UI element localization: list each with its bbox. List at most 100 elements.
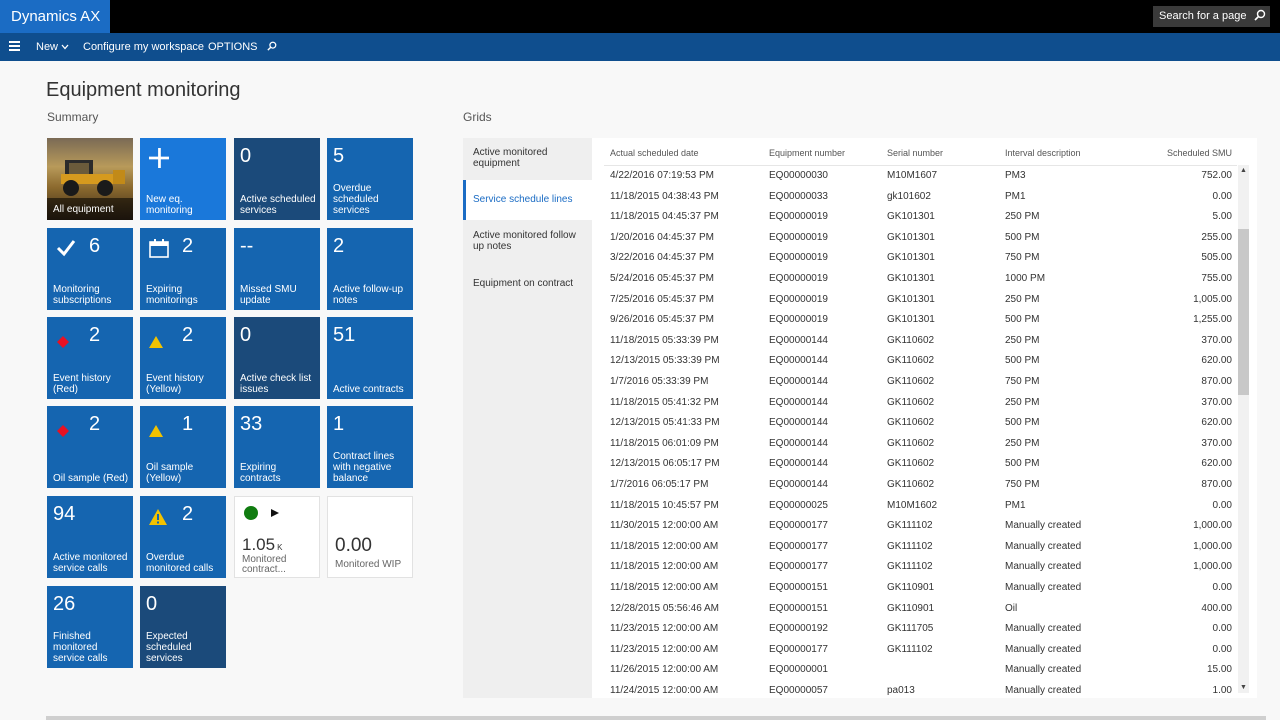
table-row[interactable]: 11/23/2015 12:00:00 AM EQ00000177 GK111102… bbox=[592, 640, 1242, 660]
tile-active-contracts[interactable]: 51 Active contracts bbox=[327, 317, 413, 399]
configure-workspace-button[interactable]: Configure my workspace bbox=[83, 33, 204, 61]
column-header[interactable]: Scheduled SMU bbox=[1132, 148, 1232, 158]
kpi-unit: K bbox=[277, 543, 283, 552]
table-cell: 870.00 bbox=[1201, 376, 1232, 387]
table-row[interactable]: 1/20/2016 04:45:37 PM EQ00000019 GK101301 5… bbox=[592, 228, 1242, 248]
table-row[interactable]: 12/13/2015 05:33:39 PM EQ00000144 GK110602… bbox=[592, 351, 1242, 371]
table-row[interactable]: 1/7/2016 05:33:39 PM EQ00000144 GK110602 75… bbox=[592, 372, 1242, 392]
table-cell: 755.00 bbox=[1201, 273, 1232, 284]
table-row[interactable]: 1/7/2016 06:05:17 PM EQ00000144 GK110602 75… bbox=[592, 475, 1242, 495]
tile-event-history-yellow[interactable]: 2 Event history (Yellow) bbox=[140, 317, 226, 399]
tile-oil-sample-red[interactable]: 2 Oil sample (Red) bbox=[47, 406, 133, 488]
table-cell: EQ00000151 bbox=[769, 582, 828, 593]
page-search-input[interactable]: Search for a page bbox=[1153, 6, 1270, 27]
column-header[interactable]: Interval description bbox=[1005, 148, 1081, 158]
table-row[interactable]: 11/26/2015 12:00:00 AM EQ00000001 Manually… bbox=[592, 660, 1242, 680]
app-brand[interactable]: Dynamics AX bbox=[0, 0, 110, 33]
column-header[interactable]: Serial number bbox=[887, 148, 943, 158]
grid-tab-active-monitored-follow-up-notes[interactable]: Active monitored follow up notes bbox=[463, 230, 592, 252]
tile-count: 2 bbox=[182, 235, 194, 257]
table-cell: GK101301 bbox=[887, 231, 935, 243]
column-header[interactable]: Actual scheduled date bbox=[610, 148, 699, 158]
table-cell: 500 PM bbox=[1005, 355, 1040, 367]
tile-active-scheduled-services[interactable]: 0 Active scheduled services bbox=[234, 138, 320, 220]
tile-overdue-scheduled-services[interactable]: 5 Overdue scheduled services bbox=[327, 138, 413, 220]
tile-all-equipment[interactable]: All equipment bbox=[47, 138, 133, 220]
table-row[interactable]: 11/18/2015 06:01:09 PM EQ00000144 GK110602… bbox=[592, 434, 1242, 454]
tile-expected-scheduled-services[interactable]: 0 Expected scheduled services bbox=[140, 586, 226, 668]
grid-tab-active-monitored-equipment[interactable]: Active monitored equipment bbox=[463, 147, 592, 169]
table-cell: EQ00000057 bbox=[769, 685, 828, 696]
grid-scrollbar-thumb[interactable] bbox=[1238, 229, 1249, 395]
tile-label: Monitoring subscriptions bbox=[53, 284, 112, 306]
tile-expiring-monitorings[interactable]: 2 Expiring monitorings bbox=[140, 228, 226, 310]
table-row[interactable]: 11/18/2015 05:33:39 PM EQ00000144 GK110602… bbox=[592, 331, 1242, 351]
table-row[interactable]: 3/22/2016 04:45:37 PM EQ00000019 GK101301 7… bbox=[592, 248, 1242, 268]
table-row[interactable]: 12/13/2015 05:41:33 PM EQ00000144 GK110602… bbox=[592, 413, 1242, 433]
tile-label: Active check list issues bbox=[240, 373, 312, 395]
scroll-up-icon[interactable]: ▲ bbox=[1238, 167, 1249, 174]
table-cell: 15.00 bbox=[1206, 664, 1232, 676]
tile-finished-monitored-service-calls[interactable]: 26 Finished monitored service calls bbox=[47, 586, 133, 668]
table-row[interactable]: 7/25/2016 05:45:37 PM EQ00000019 GK101301 2… bbox=[592, 290, 1242, 310]
scroll-down-icon[interactable]: ▼ bbox=[1238, 684, 1249, 691]
table-cell: 400.00 bbox=[1201, 602, 1232, 614]
tile-new-eq-monitoring[interactable]: New eq. monitoring bbox=[140, 138, 226, 220]
table-row[interactable]: 11/18/2015 10:45:57 PM EQ00000025 M10M1602… bbox=[592, 496, 1242, 516]
tile-event-history-red[interactable]: 2 Event history (Red) bbox=[47, 317, 133, 399]
action-search-icon[interactable] bbox=[267, 34, 277, 62]
tile-overdue-monitored-calls[interactable]: 2 Overdue monitored calls bbox=[140, 496, 226, 578]
table-cell: 1,000.00 bbox=[1193, 540, 1232, 552]
tile-count: 2 bbox=[182, 324, 194, 346]
page-horizontal-scrollbar[interactable] bbox=[46, 716, 1266, 720]
hamburger-menu-icon[interactable] bbox=[9, 41, 20, 51]
table-cell: EQ00000144 bbox=[769, 376, 828, 387]
table-row[interactable]: 5/24/2016 05:45:37 PM EQ00000019 GK101301 1… bbox=[592, 269, 1242, 289]
table-cell: 12/13/2015 05:33:39 PM bbox=[610, 355, 720, 367]
table-cell: GK101301 bbox=[887, 293, 935, 305]
tile-monitored-contract[interactable]: 1.05 K Monitored contract... bbox=[234, 496, 320, 578]
options-button[interactable]: OPTIONS bbox=[208, 33, 258, 61]
table-row[interactable]: 11/30/2015 12:00:00 AM EQ00000177 GK111102… bbox=[592, 516, 1242, 536]
search-icon[interactable] bbox=[1254, 7, 1266, 28]
table-cell: Manually created bbox=[1005, 520, 1082, 532]
table-cell: EQ00000192 bbox=[769, 623, 828, 635]
table-row[interactable]: 11/18/2015 12:00:00 AM EQ00000177 GK111102… bbox=[592, 557, 1242, 577]
table-row[interactable]: 9/26/2016 05:45:37 PM EQ00000019 GK101301 5… bbox=[592, 310, 1242, 330]
tile-expiring-contracts[interactable]: 33 Expiring contracts bbox=[234, 406, 320, 488]
table-row[interactable]: 11/18/2015 04:45:37 PM EQ00000019 GK101301… bbox=[592, 207, 1242, 227]
table-row[interactable]: 11/18/2015 12:00:00 AM EQ00000177 GK111102… bbox=[592, 537, 1242, 557]
table-cell: 250 PM bbox=[1005, 437, 1040, 449]
tile-monitored-wip[interactable]: 0.00 Monitored WIP bbox=[327, 496, 413, 578]
table-cell: 12/13/2015 05:41:33 PM bbox=[610, 417, 720, 429]
tile-missed-smu-update[interactable]: -- Missed SMU update bbox=[234, 228, 320, 310]
table-row[interactable]: 4/22/2016 07:19:53 PM EQ00000030 M10M1607 P… bbox=[592, 166, 1242, 186]
table-row[interactable]: 11/18/2015 04:38:43 PM EQ00000033 gk101602… bbox=[592, 187, 1242, 207]
tile-monitoring-subscriptions[interactable]: 6 Monitoring subscriptions bbox=[47, 228, 133, 310]
table-cell: GK110602 bbox=[887, 437, 935, 449]
table-cell: gk101602 bbox=[887, 190, 931, 202]
table-cell: GK111705 bbox=[887, 623, 934, 635]
table-row[interactable]: 11/23/2015 12:00:00 AM EQ00000192 GK111705… bbox=[592, 619, 1242, 639]
table-row[interactable]: 11/18/2015 12:00:00 AM EQ00000151 GK110901… bbox=[592, 578, 1242, 598]
tile-active-follow-up-notes[interactable]: 2 Active follow-up notes bbox=[327, 228, 413, 310]
table-row[interactable]: 12/28/2015 05:56:46 AM EQ00000151 GK110901… bbox=[592, 599, 1242, 619]
grid-tab-service-schedule-lines[interactable]: Service schedule lines bbox=[463, 180, 592, 220]
kpi-value: 1.05 K bbox=[242, 535, 282, 555]
table-row[interactable]: 11/24/2015 12:00:00 AM EQ00000057 pa013 Man… bbox=[592, 681, 1242, 698]
tile-contract-lines-negative-balance[interactable]: 1 Contract lines with negative balance bbox=[327, 406, 413, 488]
tile-label: New eq. monitoring bbox=[146, 194, 193, 216]
table-cell: 0.00 bbox=[1212, 623, 1232, 635]
table-row[interactable]: 12/13/2015 06:05:17 PM EQ00000144 GK110602… bbox=[592, 454, 1242, 474]
column-header[interactable]: Equipment number bbox=[769, 148, 845, 158]
table-cell: 1.00 bbox=[1212, 685, 1232, 696]
grid-tab-equipment-on-contract[interactable]: Equipment on contract bbox=[463, 278, 592, 289]
new-menu-button[interactable]: New bbox=[36, 33, 69, 61]
tile-active-check-list-issues[interactable]: 0 Active check list issues bbox=[234, 317, 320, 399]
service-schedule-grid: Actual scheduled date Equipment number S… bbox=[592, 138, 1257, 698]
tile-active-monitored-service-calls[interactable]: 94 Active monitored service calls bbox=[47, 496, 133, 578]
tile-label: Overdue monitored calls bbox=[146, 552, 214, 574]
tile-oil-sample-yellow[interactable]: 1 Oil sample (Yellow) bbox=[140, 406, 226, 488]
table-cell: GK111102 bbox=[887, 643, 933, 655]
table-row[interactable]: 11/18/2015 05:41:32 PM EQ00000144 GK110602… bbox=[592, 393, 1242, 413]
